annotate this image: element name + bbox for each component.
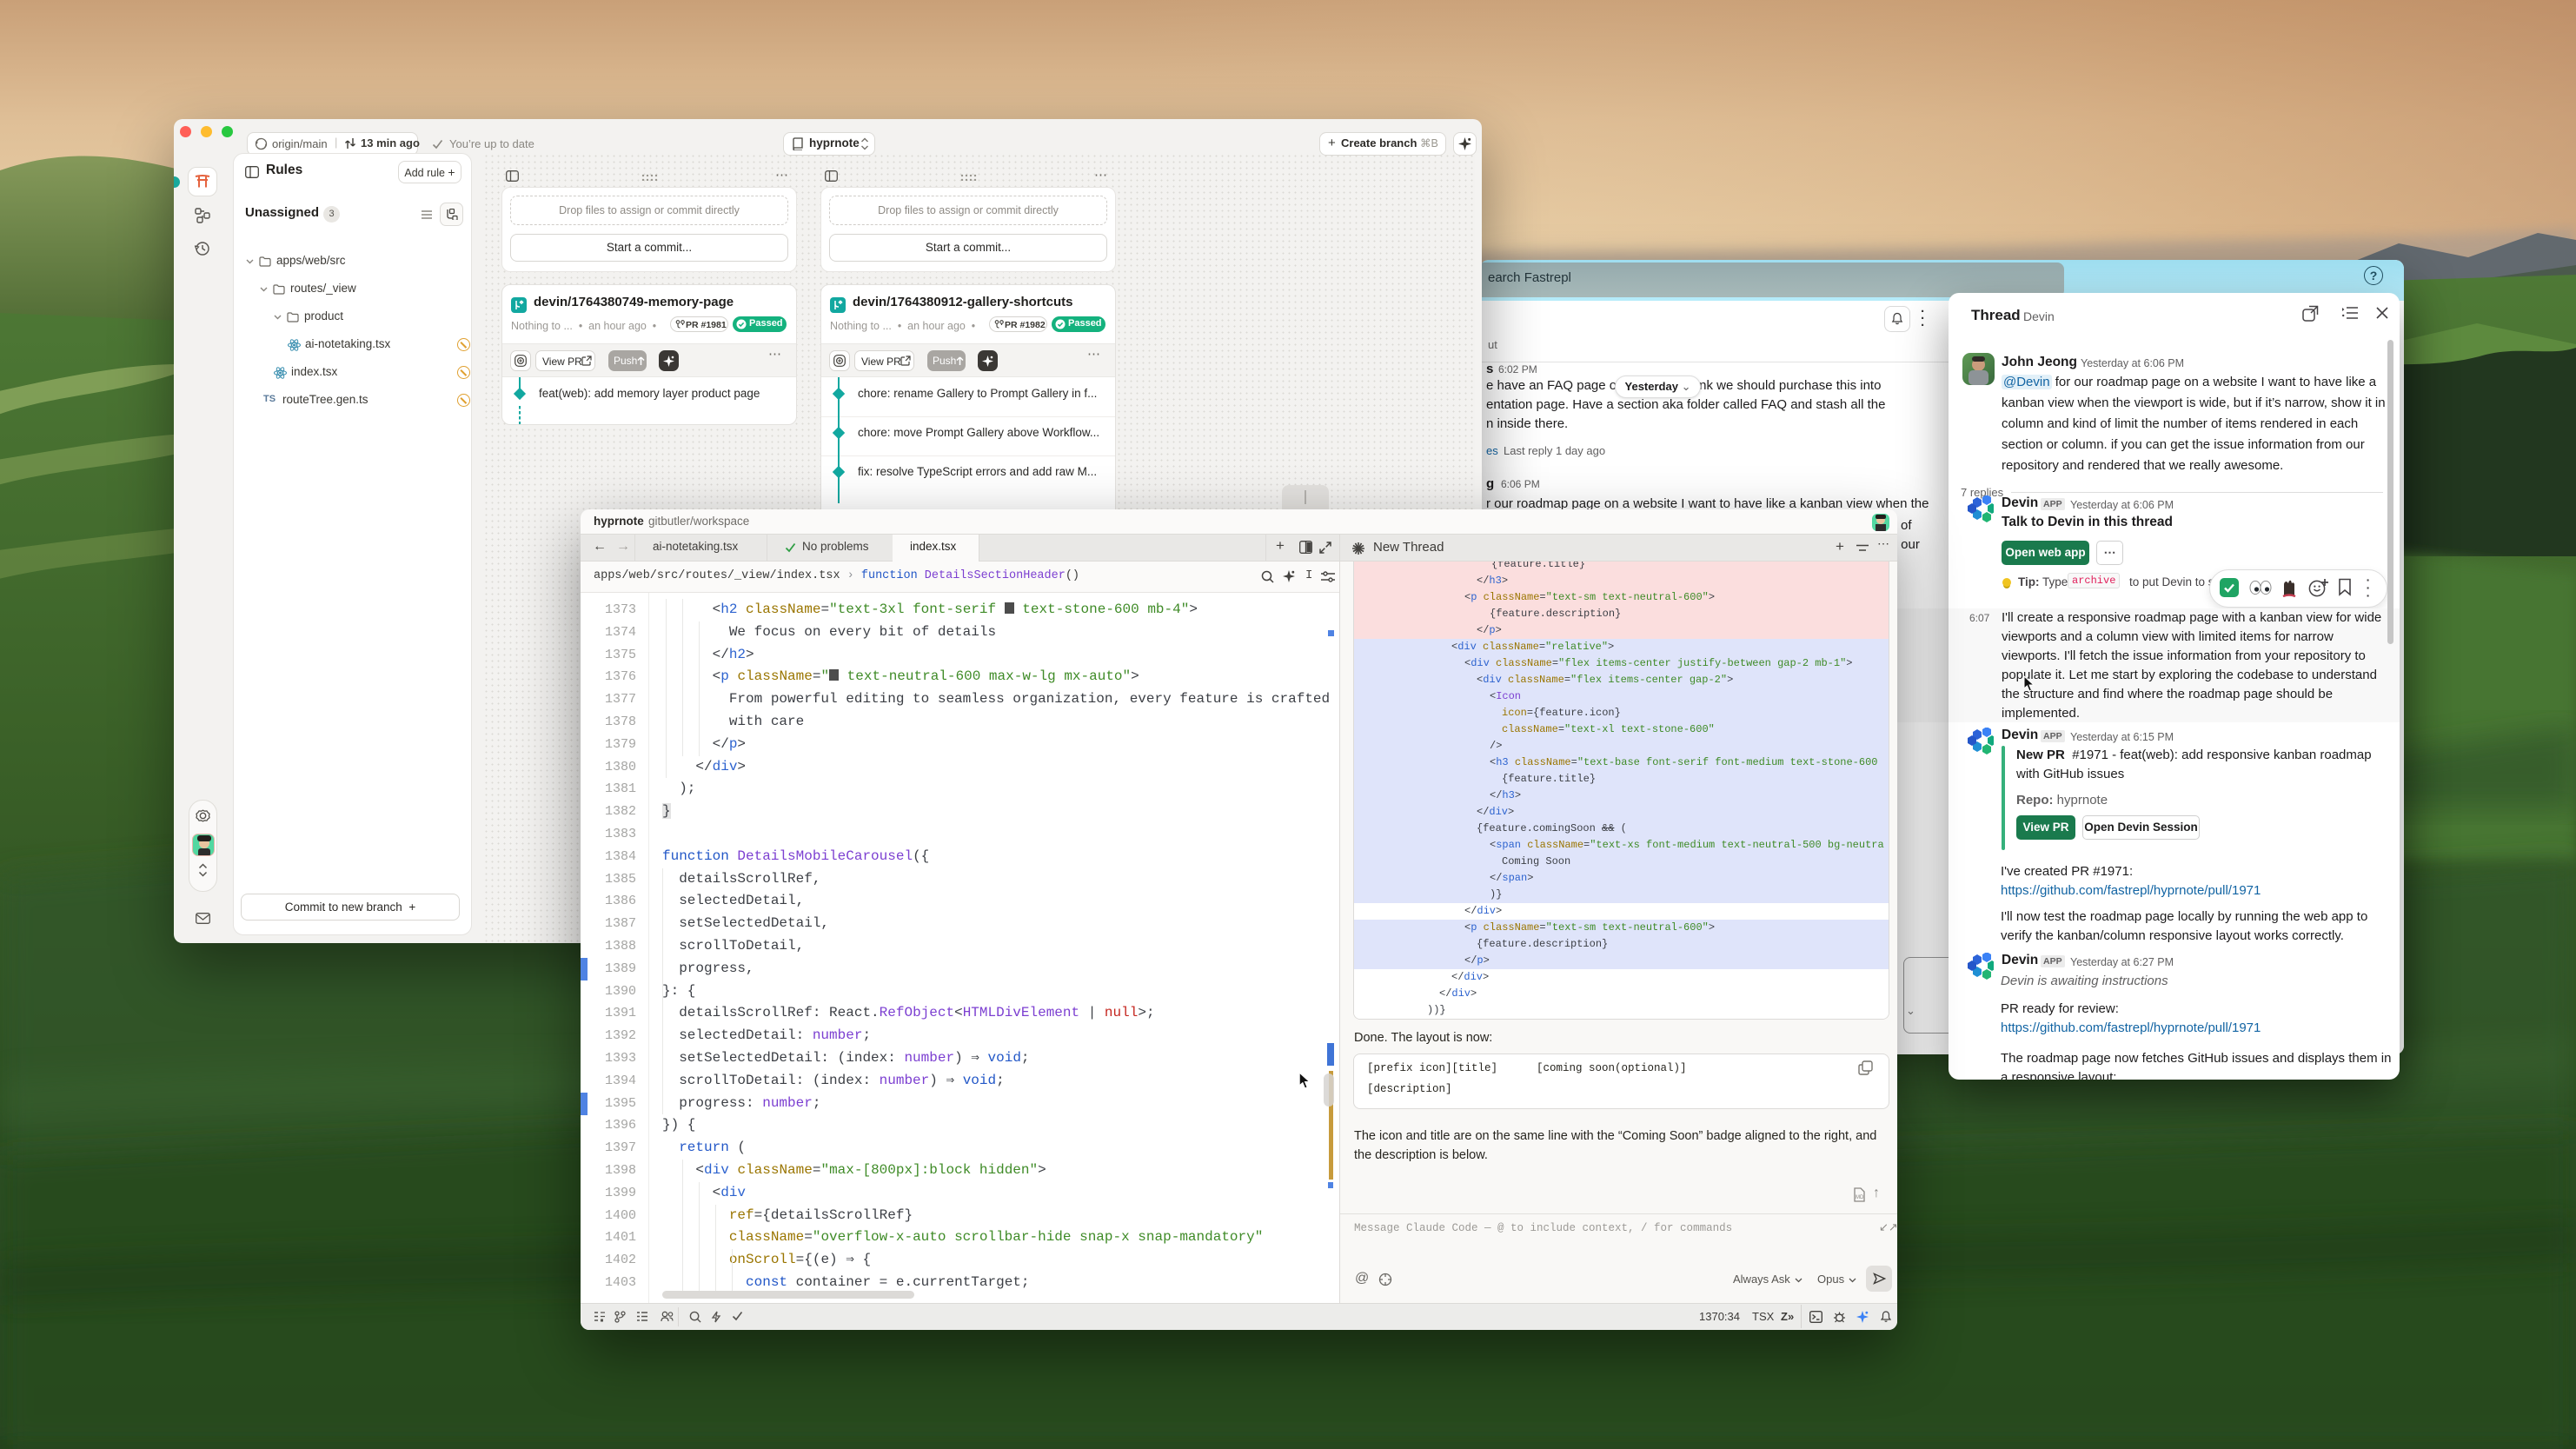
svg-text:MD: MD — [1856, 1195, 1864, 1200]
